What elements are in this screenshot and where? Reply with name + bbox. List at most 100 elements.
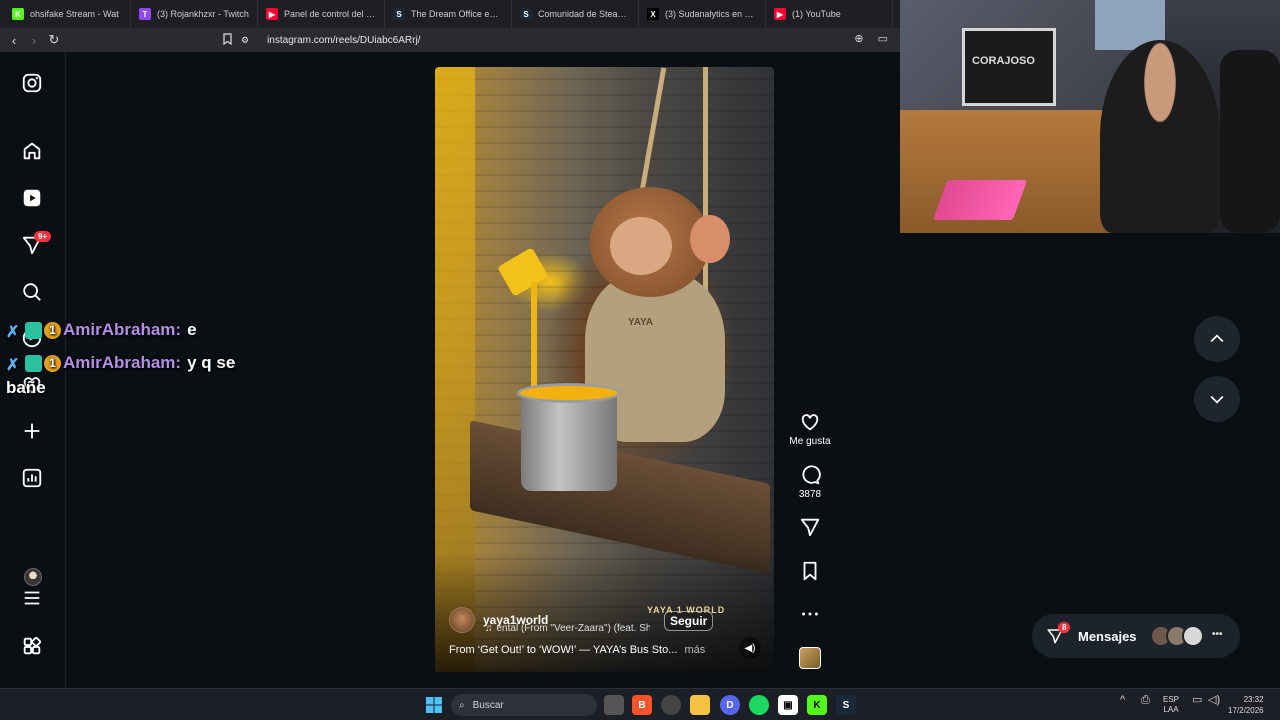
chat-username: AmirAbraham:	[63, 353, 182, 372]
recent-avatars	[1150, 625, 1204, 647]
language-indicator[interactable]: ESP LAA	[1163, 695, 1179, 715]
like-button[interactable]: Me gusta	[789, 411, 831, 447]
obs-icon[interactable]	[661, 695, 681, 715]
more-options-button[interactable]	[789, 603, 831, 625]
tab-label: The Dream Office en Steam	[411, 9, 503, 19]
share-button[interactable]	[789, 516, 831, 538]
browser-tab[interactable]: S Comunidad de Steam :: Gu	[512, 0, 639, 28]
dashboard-icon[interactable]	[20, 466, 44, 490]
browser-tab[interactable]: Kohsifake Stream - Wat	[4, 0, 131, 28]
search-icon: ⌕	[459, 699, 465, 711]
paint-stream	[531, 282, 537, 387]
tab-label: (1) YouTube	[792, 9, 841, 19]
shirt-text: YAYA	[628, 317, 654, 328]
taskbar-search[interactable]: ⌕ Buscar	[451, 694, 597, 716]
meta-apps-icon[interactable]	[20, 634, 44, 658]
messages-pill[interactable]: 8 Mensajes •••	[1032, 614, 1240, 658]
forward-icon[interactable]: ›	[24, 28, 44, 52]
author-avatar[interactable]	[449, 607, 475, 633]
instagram-logo-icon[interactable]	[20, 71, 44, 95]
home-icon[interactable]	[20, 139, 44, 163]
tab-favicon-icon: S	[520, 8, 532, 20]
reel-video[interactable]: YAYA YAYA 1 WORLD yaya1world Seguir ♫ en…	[435, 67, 774, 672]
chat-username: AmirAbraham:	[63, 320, 182, 339]
more-menu-icon[interactable]	[20, 586, 44, 610]
audio-thumbnail[interactable]	[799, 647, 821, 669]
language-code: ESP	[1163, 695, 1180, 704]
reels-icon[interactable]	[20, 186, 44, 210]
tray-expand-icon[interactable]: ^	[1120, 695, 1125, 706]
address-bar: ‹ › ↻ ⚙ instagram.com/reels/DUiabc6ARrj/…	[0, 28, 900, 52]
chat-message: ✗ 1 AmirAbraham: y q se	[6, 353, 235, 374]
save-button[interactable]	[789, 560, 831, 582]
previous-reel-button[interactable]	[1194, 316, 1240, 362]
kick-icon[interactable]: K	[807, 695, 827, 715]
sub-badge-icon	[25, 321, 42, 339]
browser-tab[interactable]: T (3) Rojankhzxr - Twitch	[131, 0, 258, 28]
webcam-overlay: CORAJOSO	[900, 0, 1280, 233]
audio-title: ental (From "Veer-Zaara") (feat. Sh	[496, 623, 651, 634]
profile-avatar[interactable]	[24, 568, 42, 586]
gift-badge-icon: 1	[44, 321, 61, 339]
bookmark-icon[interactable]	[222, 32, 233, 48]
more-avatars-icon: •••	[1212, 629, 1223, 640]
cast-icon[interactable]: ▭	[878, 32, 888, 45]
create-icon[interactable]	[20, 419, 44, 443]
tab-label: (3) Rojankhzxr - Twitch	[157, 9, 249, 19]
bookmark-icon	[803, 561, 817, 581]
microphone-icon[interactable]: ⎙	[1141, 695, 1150, 706]
sword-badge-icon: ✗	[6, 356, 20, 374]
webcam-poster-text: CORAJOSO	[972, 55, 1035, 67]
clock-time: 23:32	[1243, 695, 1264, 704]
tab-favicon-icon: T	[139, 8, 151, 20]
comment-count: 3878	[798, 489, 822, 500]
chevron-down-icon	[1210, 395, 1224, 404]
paint-bucket	[521, 389, 617, 491]
music-note-icon: ♫	[485, 623, 493, 634]
network-icon[interactable]: ▭	[1192, 695, 1202, 706]
follow-button[interactable]: Seguir	[664, 611, 714, 631]
windows-taskbar: ⌕ Buscar B D ▣ K S ^ ⎙ ESP LAA ▭ ◁) 23:3…	[0, 688, 1280, 720]
system-clock[interactable]: 23:32 17/2/2026	[1228, 694, 1264, 716]
ellipsis-icon	[802, 612, 818, 616]
tab-favicon-icon: ▶	[774, 8, 786, 20]
webcam-chair	[1220, 50, 1280, 233]
zoom-icon[interactable]: ⊕	[854, 32, 863, 45]
url-field[interactable]: ⚙ instagram.com/reels/DUiabc6ARrj/	[222, 30, 892, 50]
messages-badge: 9+	[34, 231, 52, 242]
share-icon	[800, 518, 820, 537]
chat-message: ✗ 1 AmirAbraham: e	[6, 320, 197, 341]
browser-tab[interactable]: S The Dream Office en Steam	[385, 0, 512, 28]
reel-audio[interactable]: ♫ ental (From "Veer-Zaara") (feat. Sh	[485, 623, 650, 634]
task-view-icon[interactable]	[604, 695, 624, 715]
screen: Kohsifake Stream - Wat T (3) Rojankhzxr - …	[0, 0, 1280, 720]
comment-icon	[802, 465, 821, 485]
search-icon[interactable]	[20, 280, 44, 304]
volume-icon[interactable]: ◁)	[1208, 695, 1220, 706]
search-placeholder: Buscar	[472, 699, 504, 711]
clock-date: 17/2/2026	[1228, 706, 1264, 715]
next-reel-button[interactable]	[1194, 376, 1240, 422]
browser-tab[interactable]: ▶ Panel de control del canal	[258, 0, 385, 28]
site-info-icon[interactable]: ⚙	[241, 35, 249, 46]
windows-start-icon[interactable]	[424, 695, 444, 715]
spotify-icon[interactable]	[749, 695, 769, 715]
caption-text: From ‘Get Out!’ to ‘WOW!’ — YAYA’s Bus S…	[449, 644, 678, 656]
tab-label: Panel de control del canal	[284, 9, 376, 19]
browser-tab[interactable]: ▶ (1) YouTube	[766, 0, 893, 28]
tab-favicon-icon: X	[647, 8, 659, 20]
back-icon[interactable]: ‹	[4, 28, 24, 52]
discord-icon[interactable]: D	[720, 695, 740, 715]
steam-icon[interactable]: S	[836, 695, 856, 715]
url-text: instagram.com/reels/DUiabc6ARrj/	[267, 34, 421, 46]
reload-icon[interactable]: ↻	[44, 28, 64, 52]
more-link[interactable]: más	[684, 644, 705, 656]
file-explorer-icon[interactable]	[690, 695, 710, 715]
browser-tab[interactable]: X (3) Sudanalytics en X: ""El	[639, 0, 766, 28]
webcam-streamer	[1100, 40, 1220, 233]
reel-caption: From ‘Get Out!’ to ‘WOW!’ — YAYA’s Bus S…	[449, 644, 705, 656]
brave-browser-icon[interactable]: B	[632, 695, 652, 715]
comment-button[interactable]: 3878	[789, 464, 831, 500]
capcut-icon[interactable]: ▣	[778, 695, 798, 715]
volume-icon[interactable]: ◀)	[739, 637, 761, 659]
